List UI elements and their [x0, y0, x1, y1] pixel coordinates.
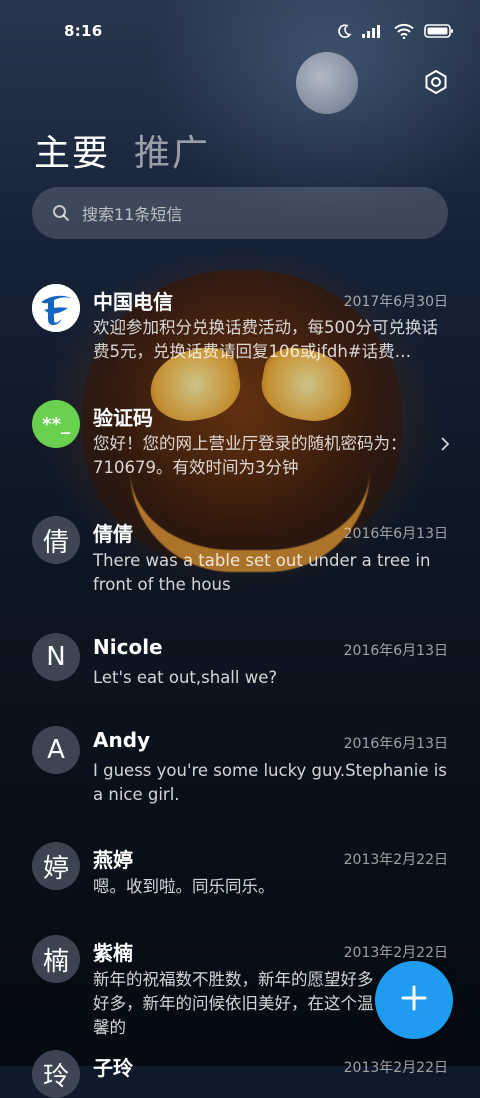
- chevron-right-icon[interactable]: [440, 436, 450, 451]
- gear-icon: [422, 70, 450, 100]
- telecom-logo-avatar: [32, 284, 80, 332]
- conversation-item[interactable]: 倩 倩倩 2016年6月13日 There was a table set ou…: [0, 516, 480, 606]
- compose-button[interactable]: [375, 961, 453, 1039]
- search-bar[interactable]: 搜索11条短信: [32, 187, 448, 239]
- status-icons: [336, 20, 454, 42]
- conversation-name: 倩倩: [93, 522, 133, 546]
- conversation-preview: I guess you're some lucky guy.Stephanie …: [93, 761, 447, 804]
- conversation-preview: 欢迎参加积分兑换话费活动，每500分可兑换话费5元，兑换话费请回复106或jfd…: [93, 318, 438, 361]
- conversation-date: 2016年6月13日: [343, 736, 448, 752]
- conversation-name: 燕婷: [93, 848, 133, 872]
- conversation-item[interactable]: 婷 燕婷 2013年2月22日 嗯。收到啦。同乐同乐。: [0, 842, 480, 912]
- avatar: N: [32, 633, 80, 681]
- avatar: 楠: [32, 935, 80, 983]
- category-tabs: 主要 推广: [34, 124, 210, 176]
- conversation-preview: 嗯。收到啦。同乐同乐。: [93, 877, 275, 896]
- conversation-preview: 您好！您的网上营业厅登录的随机密码为：710679。有效时间为3分钟: [93, 434, 407, 477]
- conversation-name: 子玲: [93, 1056, 133, 1080]
- conversation-item[interactable]: N Nicole 2016年6月13日 Let's eat out,shall …: [0, 633, 480, 703]
- battery-icon: [424, 23, 454, 39]
- settings-button[interactable]: [422, 68, 450, 96]
- conversation-name: 紫楠: [93, 941, 133, 965]
- verification-avatar: **_: [32, 400, 80, 448]
- conversation-item[interactable]: 中国电信 2017年6月30日 欢迎参加积分兑换话费活动，每500分可兑换话费5…: [0, 276, 480, 372]
- conversation-name: 中国电信: [93, 290, 173, 314]
- conversation-date: 2016年6月13日: [343, 643, 448, 659]
- conversation-name: Andy: [93, 728, 151, 752]
- search-placeholder: 搜索11条短信: [82, 205, 183, 224]
- conversation-date: 2013年2月22日: [343, 945, 448, 961]
- conversation-preview: There was a table set out under a tree i…: [93, 551, 431, 594]
- status-bar: 8:16: [0, 0, 480, 60]
- conversation-date: 2016年6月13日: [343, 526, 448, 542]
- plus-icon: [400, 984, 428, 1016]
- search-icon: [52, 204, 70, 222]
- conversation-item[interactable]: A Andy 2016年6月13日 I guess you're some lu…: [0, 726, 480, 816]
- conversation-item[interactable]: 玲 子玲 2013年2月22日: [0, 1050, 480, 1098]
- status-time: 8:16: [64, 22, 103, 40]
- conversation-item[interactable]: **_ 验证码 您好！您的网上营业厅登录的随机密码为：710679。有效时间为3…: [0, 400, 480, 490]
- avatar: 玲: [32, 1050, 80, 1098]
- conversation-name: Nicole: [93, 635, 163, 659]
- conversation-date: 2013年2月22日: [343, 1060, 448, 1076]
- conversation-date: 2017年6月30日: [343, 294, 448, 310]
- moon-icon: [336, 23, 352, 39]
- avatar: A: [32, 726, 80, 774]
- conversation-date: 2013年2月22日: [343, 852, 448, 868]
- avatar: 婷: [32, 842, 80, 890]
- avatar: 倩: [32, 516, 80, 564]
- wifi-icon: [394, 23, 414, 39]
- conversation-preview: 新年的祝福数不胜数，新年的愿望好多好多，新年的问候依旧美好，在这个温馨的: [93, 970, 374, 1037]
- conversation-name: 验证码: [93, 406, 153, 430]
- tab-primary[interactable]: 主要: [34, 124, 110, 176]
- signal-icon: [362, 24, 384, 38]
- conversation-preview: Let's eat out,shall we?: [93, 668, 278, 687]
- tab-promotions[interactable]: 推广: [134, 124, 210, 176]
